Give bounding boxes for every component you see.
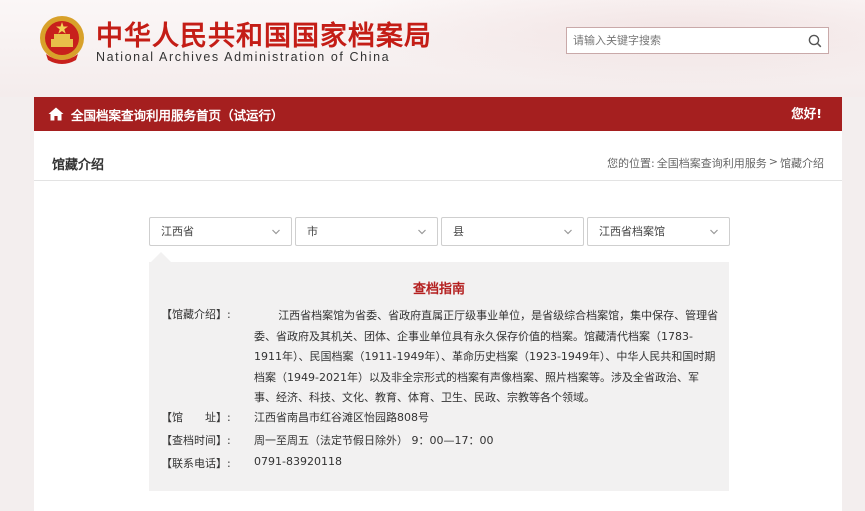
phone-value: 0791-83920118 (254, 455, 342, 468)
home-icon (48, 107, 64, 121)
chevron-down-icon (272, 229, 280, 235)
search-input[interactable] (567, 28, 803, 53)
hours-value: 周一至周五（法定节假日除外） 9：00—17：00 (254, 434, 494, 447)
county-select[interactable]: 县 (441, 217, 584, 246)
phone-label: 【联系电话】: (161, 457, 231, 470)
search-box (566, 27, 829, 54)
guide-pointer (151, 252, 171, 262)
site-title-cn: 中华人民共和国国家档案局 (96, 21, 432, 52)
province-select-value: 江西省 (161, 225, 194, 238)
breadcrumb: 您的位置: 全国档案查询利用服务 > 馆藏介绍 (607, 155, 824, 171)
intro-label: 【馆藏介绍】: (161, 308, 231, 321)
chevron-down-icon (564, 229, 572, 235)
hours-label: 【查档时间】: (161, 434, 231, 447)
main-nav: 全国档案查询利用服务首页（试运行） 您好! (34, 97, 842, 131)
address-value: 江西省南昌市红谷滩区怡园路808号 (254, 411, 429, 424)
province-select[interactable]: 江西省 (149, 217, 292, 246)
county-select-value: 县 (453, 225, 464, 238)
search-icon (808, 34, 821, 47)
intro-text: 江西省档案馆为省委、省政府直属正厅级事业单位，是省级综合档案馆，集中保存、管理省… (254, 309, 719, 404)
chevron-down-icon (710, 229, 718, 235)
guide-title: 查档指南 (412, 282, 465, 297)
city-select[interactable]: 市 (295, 217, 438, 246)
search-button[interactable] (801, 28, 828, 53)
title-divider (34, 180, 842, 181)
breadcrumb-prefix: 您的位置: (607, 157, 655, 170)
national-emblem-icon (40, 16, 84, 64)
site-title-en: National Archives Administration of Chin… (96, 50, 391, 64)
archive-select-value: 江西省档案馆 (599, 225, 665, 238)
breadcrumb-item-service[interactable]: 全国档案查询利用服务 (657, 155, 767, 171)
archive-select[interactable]: 江西省档案馆 (587, 217, 730, 246)
content-panel: 馆藏介绍 您的位置: 全国档案查询利用服务 > 馆藏介绍 江西省 市 县 江西省… (34, 131, 842, 511)
archive-guide: 查档指南 【馆藏介绍】: 江西省档案馆为省委、省政府直属正厅级事业单位，是省级综… (149, 262, 729, 491)
nav-home-link[interactable]: 全国档案查询利用服务首页（试运行） (48, 97, 284, 131)
address-label: 【馆 址】: (161, 411, 231, 424)
site-header: 中华人民共和国国家档案局 National Archives Administr… (0, 0, 865, 97)
user-greeting: 您好! (791, 106, 822, 121)
breadcrumb-separator: > (768, 155, 778, 168)
breadcrumb-item-current: 馆藏介绍 (780, 157, 824, 170)
chevron-down-icon (418, 229, 426, 235)
city-select-value: 市 (307, 225, 318, 238)
page-title: 馆藏介绍 (52, 158, 105, 173)
nav-home-label: 全国档案查询利用服务首页（试运行） (71, 107, 284, 123)
